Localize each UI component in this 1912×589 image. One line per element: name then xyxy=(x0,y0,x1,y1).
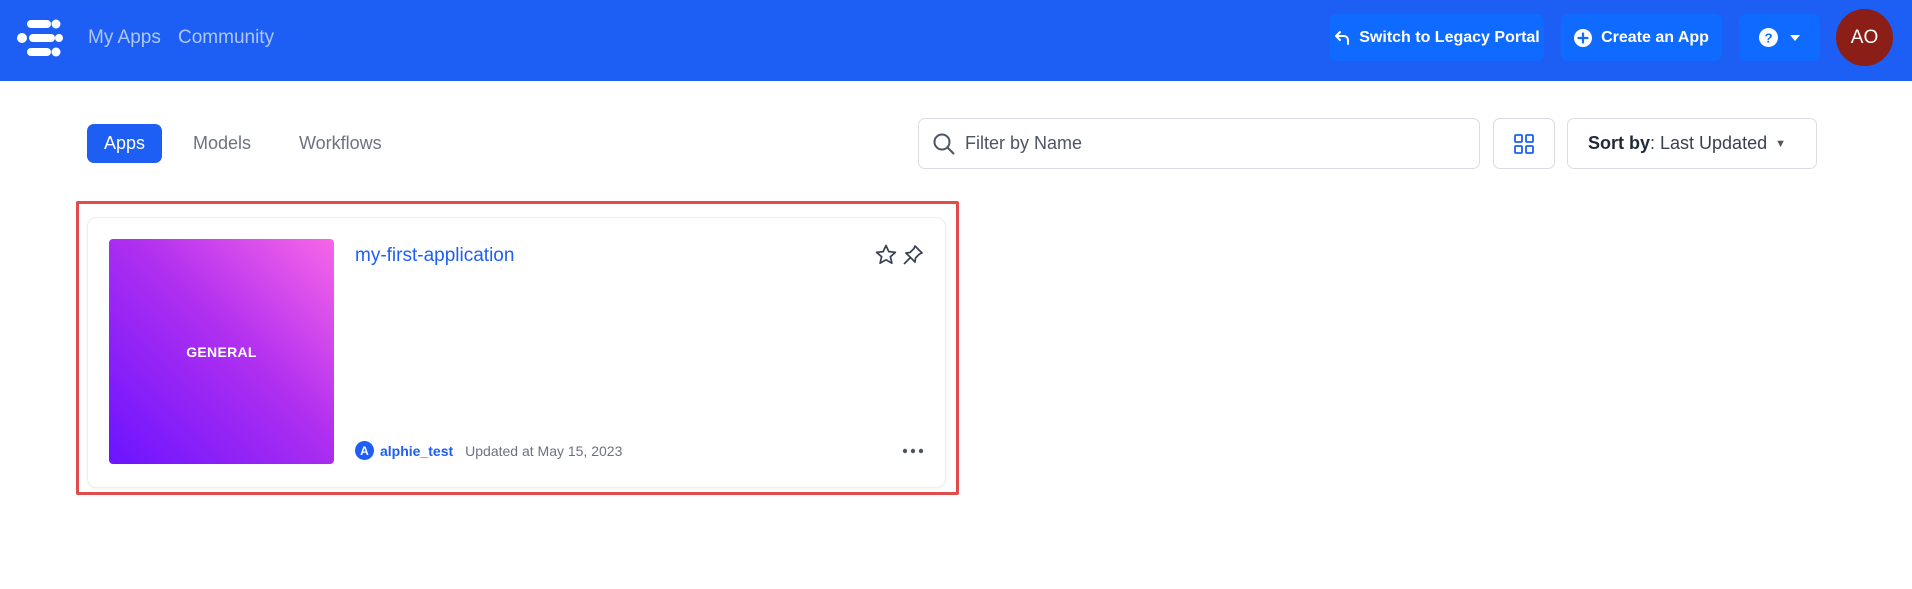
app-title-link[interactable]: my-first-application xyxy=(355,245,514,267)
grid-view-toggle[interactable] xyxy=(1493,118,1555,169)
more-options-icon[interactable] xyxy=(901,444,925,458)
user-avatar[interactable]: AO xyxy=(1836,9,1893,66)
top-navigation-bar: My Apps Community Switch to Legacy Porta… xyxy=(0,0,1912,81)
create-app-button[interactable]: Create an App xyxy=(1561,14,1722,61)
caret-down-icon: ▼ xyxy=(1775,137,1786,150)
search-box xyxy=(918,118,1480,169)
plus-circle-icon xyxy=(1574,28,1593,47)
star-icon[interactable] xyxy=(874,243,898,267)
pin-icon[interactable] xyxy=(901,243,925,267)
search-icon xyxy=(933,133,955,155)
svg-text:?: ? xyxy=(1764,30,1772,45)
help-menu-button[interactable]: ? xyxy=(1739,14,1820,61)
search-input[interactable] xyxy=(965,133,1445,154)
clarifai-logo-icon[interactable] xyxy=(17,18,63,58)
return-arrow-icon xyxy=(1334,30,1350,46)
question-circle-icon: ? xyxy=(1759,28,1778,47)
switch-to-legacy-portal-button[interactable]: Switch to Legacy Portal xyxy=(1330,14,1544,61)
chevron-down-icon xyxy=(1790,34,1800,41)
app-card[interactable]: GENERAL my-first-application A alphie_te… xyxy=(87,217,946,488)
owner-name-link[interactable]: alphie_test xyxy=(380,443,453,459)
grid-view-icon xyxy=(1514,133,1534,154)
nav-my-apps[interactable]: My Apps xyxy=(88,27,161,49)
sort-dropdown[interactable]: Sort by : Last Updated ▼ xyxy=(1567,118,1817,169)
tab-models[interactable]: Models xyxy=(174,124,270,163)
owner-avatar: A xyxy=(355,441,374,460)
app-thumbnail[interactable]: GENERAL xyxy=(109,239,334,464)
app-owner-row: A alphie_test Updated at May 15, 2023 xyxy=(355,441,622,460)
sort-value: : Last Updated xyxy=(1650,133,1768,153)
nav-community[interactable]: Community xyxy=(178,27,274,49)
thumbnail-label: GENERAL xyxy=(186,343,257,360)
create-button-label: Create an App xyxy=(1601,28,1709,46)
updated-date: Updated at May 15, 2023 xyxy=(465,442,623,459)
sort-label: Sort by xyxy=(1588,133,1651,153)
tab-workflows[interactable]: Workflows xyxy=(280,124,401,163)
legacy-button-label: Switch to Legacy Portal xyxy=(1359,28,1540,46)
tab-apps[interactable]: Apps xyxy=(87,124,162,163)
